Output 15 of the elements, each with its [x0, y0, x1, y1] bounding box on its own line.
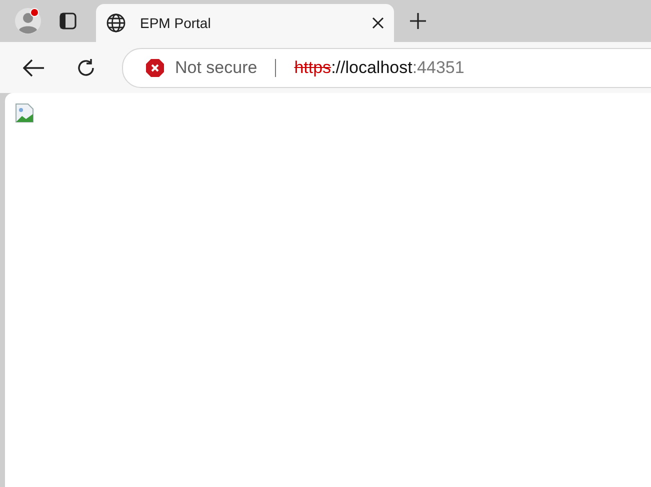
security-label[interactable]: Not secure [175, 58, 258, 78]
tab-title: EPM Portal [140, 15, 212, 31]
profile-button[interactable] [12, 5, 44, 37]
address-bar[interactable]: Not secure https://localhost:44351 [122, 48, 651, 88]
browser-tab[interactable]: EPM Portal [96, 4, 394, 42]
globe-icon [106, 13, 126, 33]
close-icon[interactable] [372, 17, 384, 29]
sidebar-panel-icon [59, 12, 77, 30]
back-arrow-icon [23, 58, 45, 76]
broken-image-icon [15, 103, 35, 123]
refresh-icon [76, 58, 96, 78]
url-text: https://localhost:44351 [294, 58, 464, 78]
warning-icon [145, 58, 165, 78]
plus-icon [409, 12, 427, 30]
person-icon [15, 8, 41, 34]
